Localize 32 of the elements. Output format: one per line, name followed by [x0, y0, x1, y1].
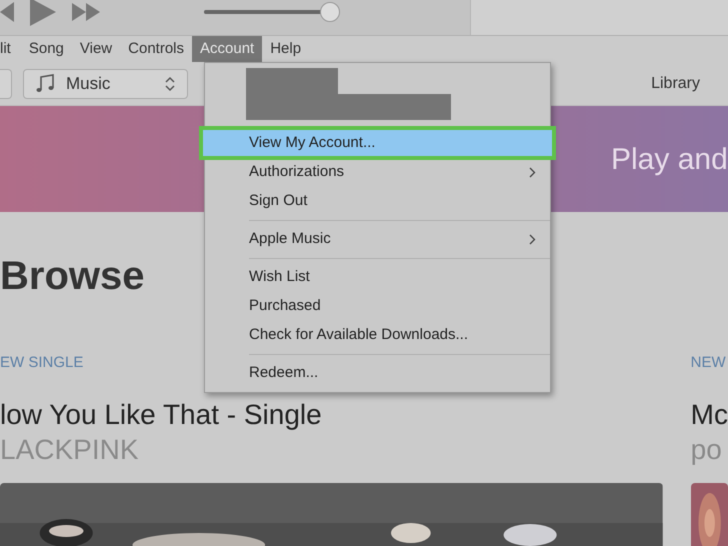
previous-icon[interactable]	[0, 2, 14, 22]
menu-bar-item[interactable]: View	[72, 36, 120, 62]
fast-forward-icon[interactable]	[72, 2, 100, 20]
menu-bar-item[interactable]: Help	[262, 36, 310, 62]
library-tab[interactable]: Library	[651, 72, 700, 96]
chevron-right-icon	[529, 234, 536, 245]
up-down-chevron-icon	[165, 76, 175, 92]
play-icon[interactable]	[30, 0, 56, 26]
media-picker[interactable]: Music	[23, 68, 188, 98]
browse-heading: Browse	[0, 256, 144, 296]
menu-bar-item[interactable]: Controls	[120, 36, 192, 62]
menu-item[interactable]: Wish List	[205, 263, 550, 292]
menu-bar-item[interactable]: Account	[192, 36, 262, 62]
menu-bar-item[interactable]: Song	[20, 36, 72, 62]
menu-item[interactable]: View My Account...	[199, 126, 556, 160]
eyebrow-label: NEW	[690, 353, 726, 373]
album-title: Mc	[690, 398, 728, 432]
artist-name: LACKPINK	[0, 432, 138, 466]
eyebrow-label: EW SINGLE	[0, 353, 84, 373]
menu-bar-item[interactable]: lit	[0, 36, 21, 62]
menu-item[interactable]: Redeem...	[205, 359, 550, 388]
back-button[interactable]	[0, 68, 12, 98]
album-title: low You Like That - Single	[0, 398, 322, 432]
menu-item[interactable]: Authorizations	[205, 158, 550, 187]
artist-name: po	[690, 432, 722, 466]
banner-subtitle: Play and	[611, 142, 728, 178]
chevron-right-icon	[529, 167, 536, 178]
menu-item[interactable]: Check for Available Downloads...	[205, 321, 550, 350]
music-note-icon	[36, 74, 54, 94]
menu-item[interactable]: Sign Out	[205, 187, 550, 216]
menu-item[interactable]: Apple Music	[205, 225, 550, 254]
menu-item[interactable]: Purchased	[205, 292, 550, 321]
